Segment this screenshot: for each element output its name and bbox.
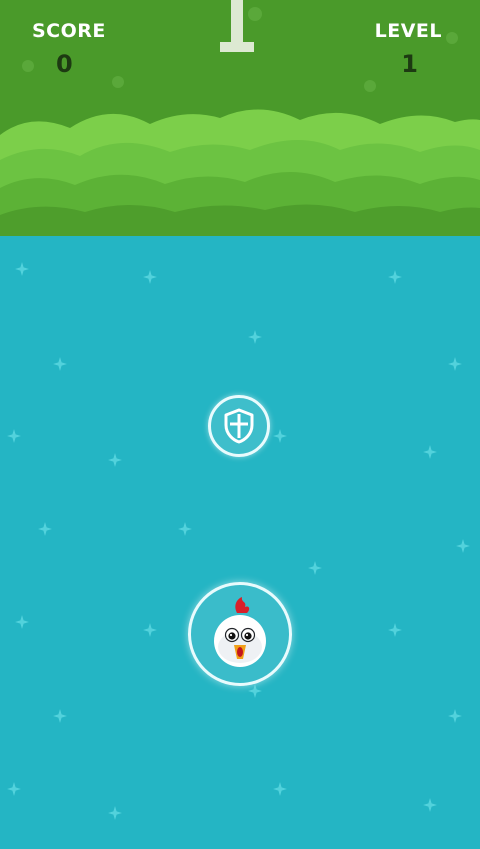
level-value: 1 xyxy=(401,50,418,78)
player-chicken[interactable] xyxy=(188,582,292,686)
goal-post xyxy=(220,0,254,54)
score-value: 0 xyxy=(56,50,73,78)
shield-powerup[interactable] xyxy=(208,395,270,457)
level-label: LEVEL xyxy=(374,20,442,42)
water-sparkles xyxy=(7,262,470,820)
score-label: SCORE xyxy=(32,20,106,42)
forest-header: SCORE 0 LEVEL 1 xyxy=(0,0,480,236)
chicken-icon xyxy=(214,597,266,667)
shield-icon xyxy=(224,408,254,444)
water-play-area[interactable] xyxy=(0,236,480,849)
